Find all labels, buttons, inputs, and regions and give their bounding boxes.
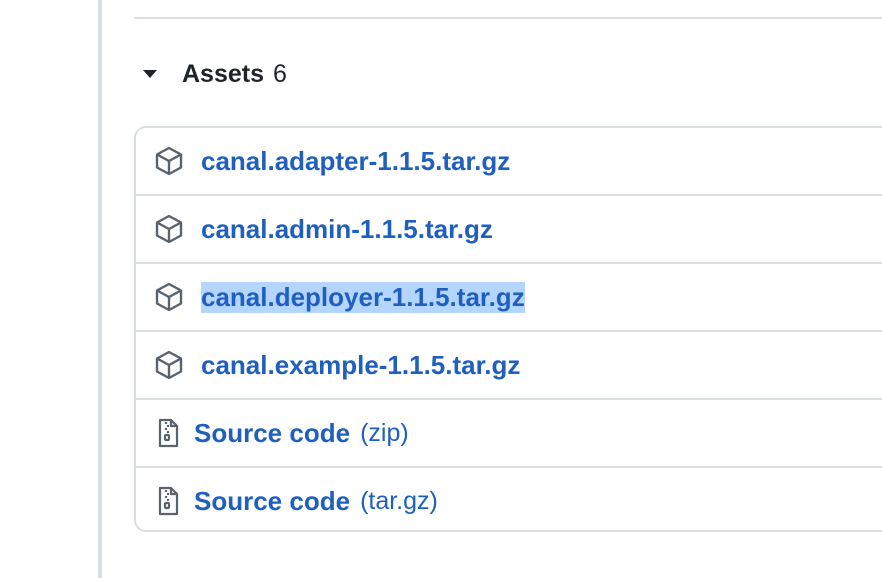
asset-link-adapter[interactable]: canal.adapter-1.1.5.tar.gz xyxy=(201,146,510,177)
release-assets-page: Assets 6 canal.adapter-1.1.5.tar.gz cana… xyxy=(0,0,882,578)
source-code-zip-link[interactable]: Source code xyxy=(194,418,350,449)
list-item: canal.admin-1.1.5.tar.gz xyxy=(136,196,882,264)
package-icon xyxy=(154,350,184,380)
list-item: canal.example-1.1.5.tar.gz xyxy=(136,332,882,400)
file-zip-icon xyxy=(156,418,180,448)
package-icon xyxy=(154,146,184,176)
triangle-down-icon xyxy=(134,56,182,92)
file-zip-icon xyxy=(156,486,180,516)
list-item: canal.adapter-1.1.5.tar.gz xyxy=(136,128,882,196)
asset-link-admin[interactable]: canal.admin-1.1.5.tar.gz xyxy=(201,214,493,245)
package-icon xyxy=(154,282,184,312)
source-code-zip-suffix[interactable]: (zip) xyxy=(360,419,409,448)
section-divider xyxy=(134,17,882,19)
package-icon xyxy=(154,214,184,244)
source-code-targz-suffix[interactable]: (tar.gz) xyxy=(360,487,438,516)
list-item: canal.deployer-1.1.5.tar.gz xyxy=(136,264,882,332)
assets-title: Assets xyxy=(182,59,264,88)
list-item: Source code (zip) xyxy=(136,400,882,468)
assets-list: canal.adapter-1.1.5.tar.gz canal.admin-1… xyxy=(134,126,882,532)
timeline-rail xyxy=(98,0,102,578)
source-code-targz-link[interactable]: Source code xyxy=(194,486,350,517)
asset-link-example[interactable]: canal.example-1.1.5.tar.gz xyxy=(201,350,520,381)
assets-toggle[interactable]: Assets 6 xyxy=(134,56,287,92)
assets-count: 6 xyxy=(273,59,287,88)
asset-link-deployer[interactable]: canal.deployer-1.1.5.tar.gz xyxy=(201,281,525,313)
list-item: Source code (tar.gz) xyxy=(136,468,882,530)
